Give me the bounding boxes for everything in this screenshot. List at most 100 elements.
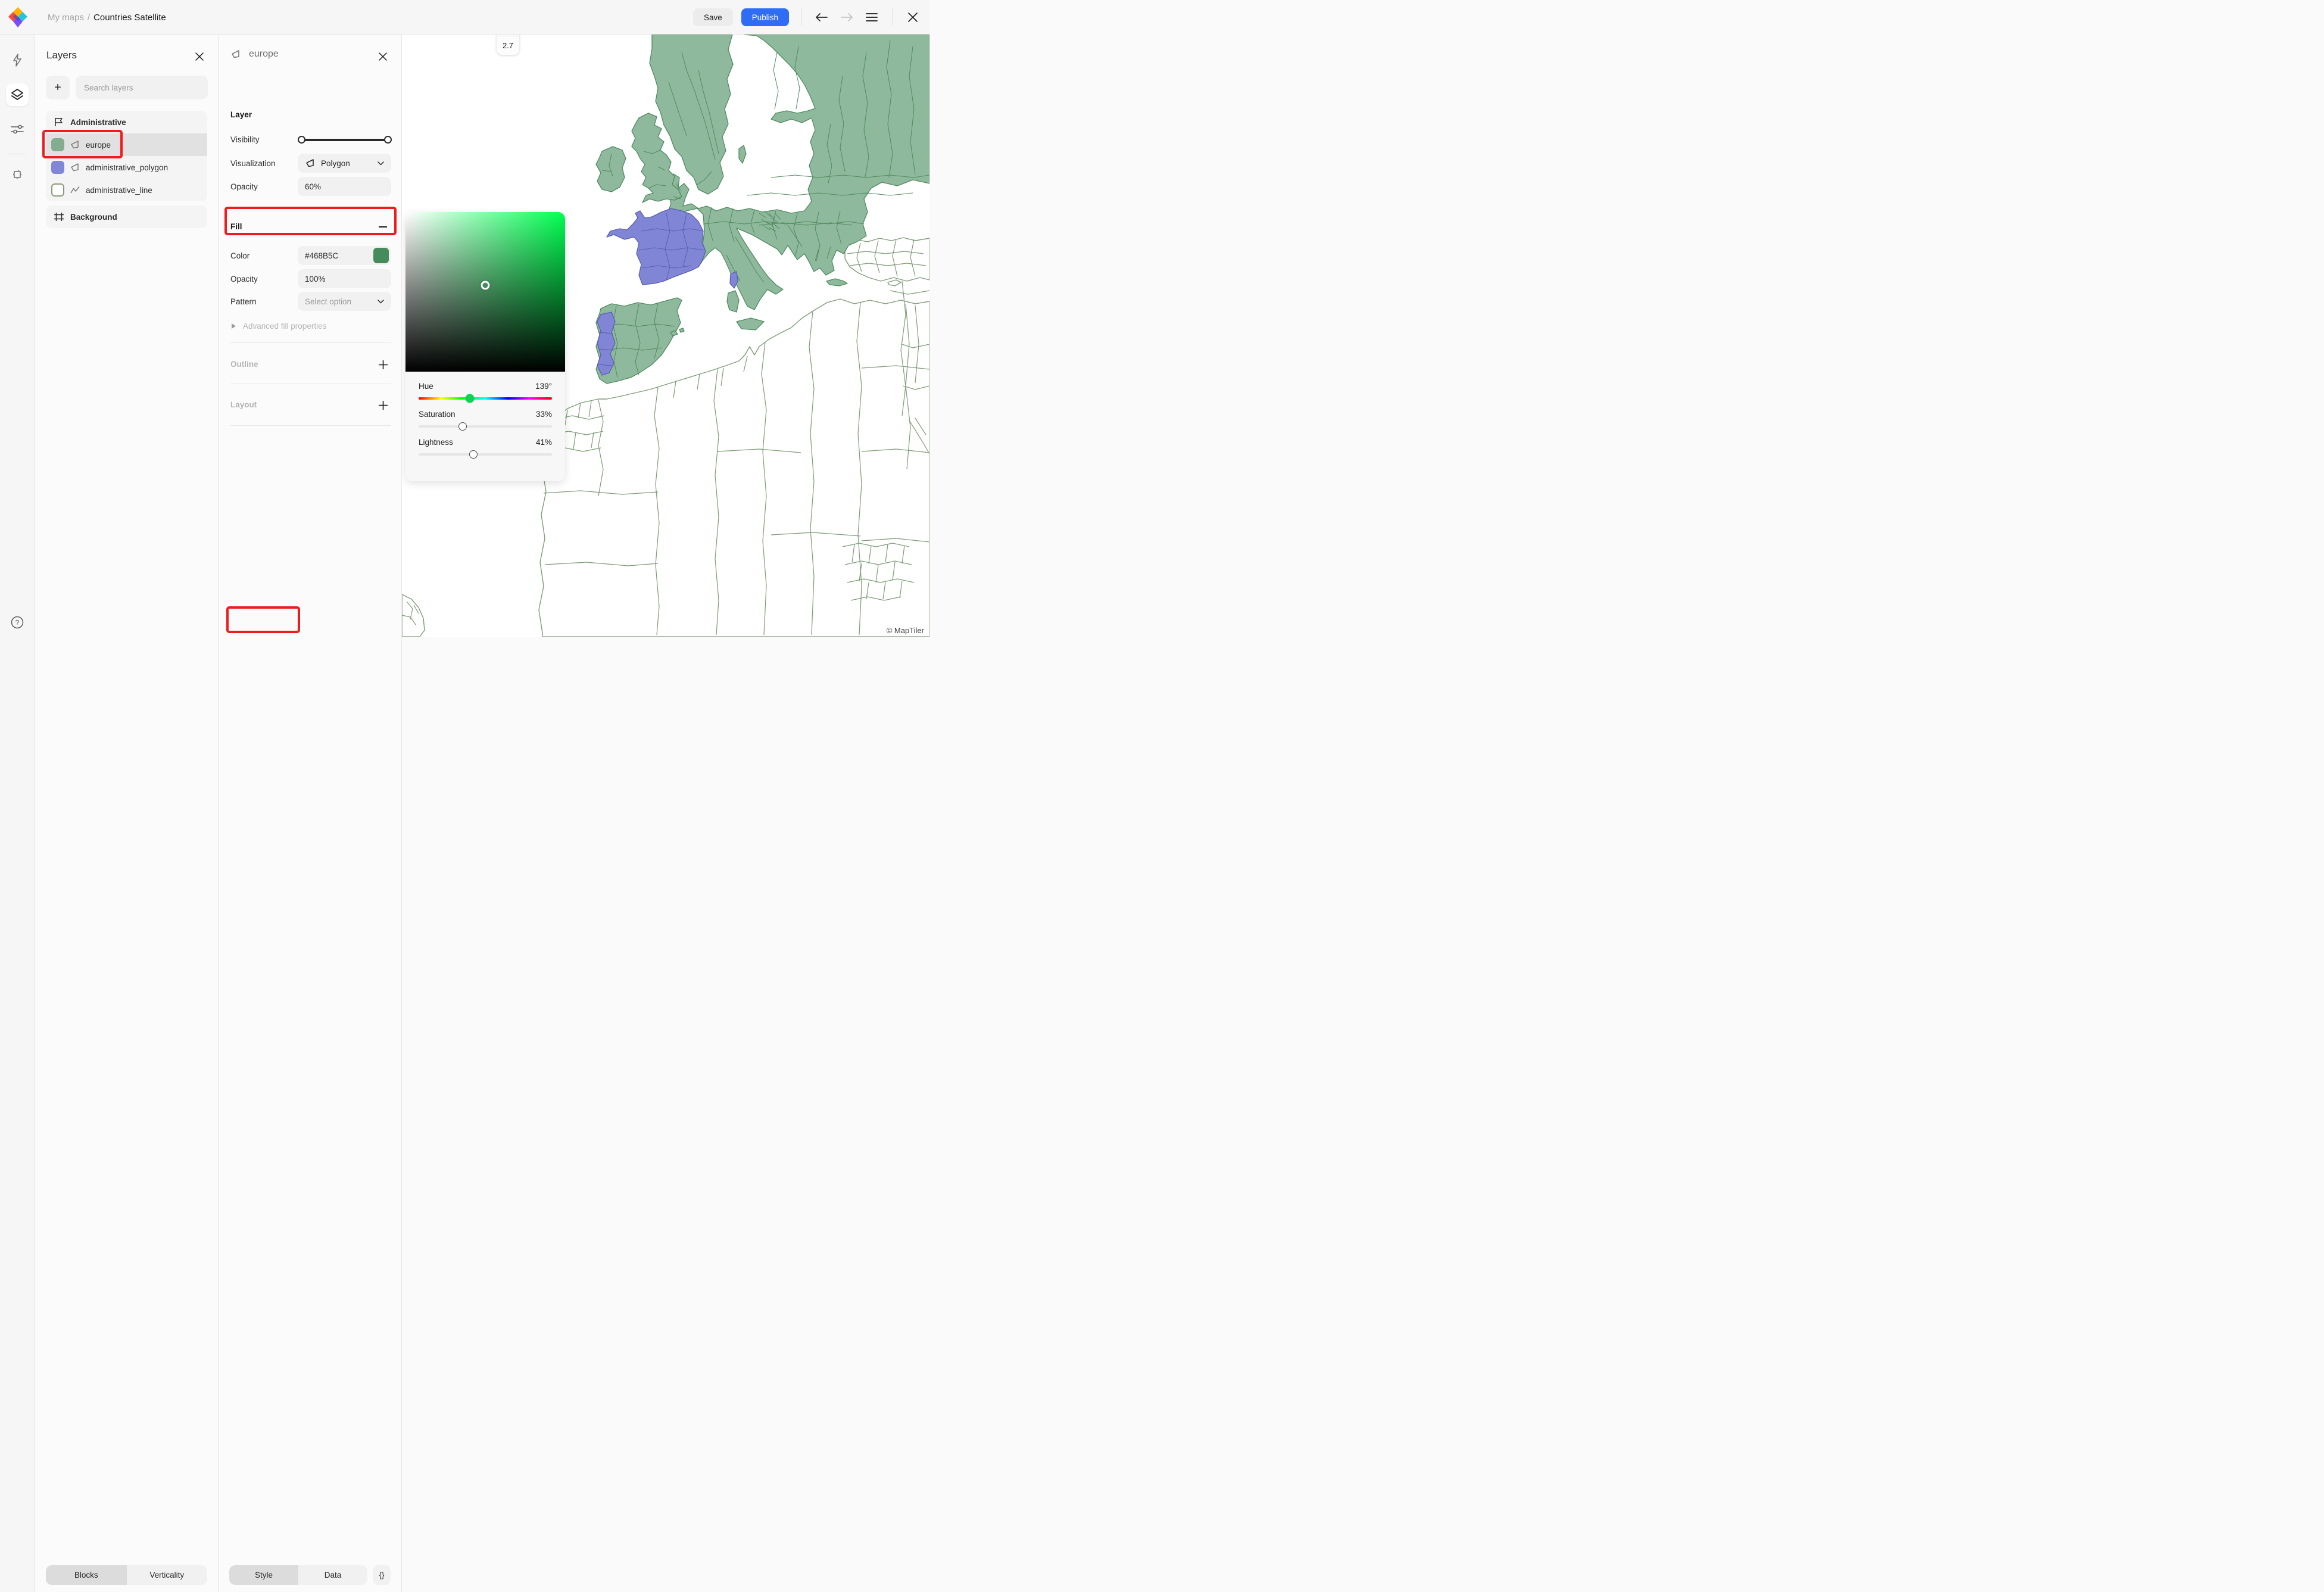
layer-row-europe[interactable]: europe (46, 133, 207, 156)
layer-editor-panel: europe Layer Visibility Visualization Po… (219, 35, 402, 1592)
layer-opacity-input[interactable]: 60% (298, 177, 391, 196)
saturation-slider[interactable] (419, 425, 552, 428)
quick-actions-icon[interactable] (6, 49, 29, 71)
json-code-button[interactable]: {} (373, 1565, 391, 1585)
fill-color-swatch[interactable] (373, 248, 389, 263)
fill-color-input[interactable]: #468B5C (298, 246, 391, 265)
pattern-select[interactable]: Select option (298, 292, 391, 311)
chevron-down-icon (378, 300, 384, 304)
visibility-max-handle[interactable] (384, 136, 392, 144)
advanced-fill-properties-toggle[interactable]: Advanced fill properties (232, 322, 326, 331)
breadcrumb-parent[interactable]: My maps (48, 13, 84, 23)
section-layout: Layout (230, 400, 257, 409)
section-outline: Outline (230, 360, 258, 369)
advanced-fill-label: Advanced fill properties (243, 322, 326, 331)
settings-sliders-icon[interactable] (6, 118, 29, 141)
layer-row-administrative-line[interactable]: administrative_line (46, 179, 207, 201)
collapse-fill-icon[interactable] (376, 220, 389, 233)
menu-icon[interactable] (863, 9, 880, 26)
chevron-down-icon (378, 161, 384, 166)
layer-row-administrative-polygon[interactable]: administrative_polygon (46, 156, 207, 179)
saturation-label: Saturation (419, 410, 456, 419)
layers-bottom-tabs: Blocks Verticality (46, 1565, 207, 1585)
group-label: Administrative (70, 118, 126, 127)
visibility-label: Visibility (230, 135, 260, 144)
visibility-range-slider[interactable] (298, 136, 392, 144)
visualization-label: Visualization (230, 159, 276, 168)
close-icon[interactable] (904, 9, 921, 26)
help-icon[interactable]: ? (6, 611, 29, 634)
add-layout-icon[interactable] (376, 398, 389, 412)
color-picker-popup: Hue 139° Saturation 33% Lightness 41% (405, 212, 565, 481)
layers-panel-title: Layers (46, 49, 77, 61)
lightness-slider[interactable] (419, 453, 552, 456)
layer-opacity-value: 60% (305, 182, 321, 191)
fill-color-label: Color (230, 251, 249, 260)
group-header-administrative[interactable]: Administrative (46, 111, 207, 133)
fill-color-value: #468B5C (305, 251, 338, 260)
tool-rail: ? (0, 35, 35, 1592)
tab-style[interactable]: Style (229, 1565, 298, 1585)
section-fill: Fill (230, 222, 242, 231)
polygon-icon (70, 163, 80, 172)
fill-opacity-input[interactable]: 100% (298, 269, 391, 288)
svg-text:?: ? (15, 619, 20, 627)
polygon-icon (70, 140, 80, 149)
maptiler-logo-icon[interactable] (8, 7, 28, 28)
lightness-label: Lightness (419, 438, 453, 447)
saturation-slider-handle[interactable] (458, 422, 467, 431)
saturation-value: 33% (536, 410, 552, 419)
layer-group-background[interactable]: Background (46, 205, 207, 228)
tab-data[interactable]: Data (298, 1565, 367, 1585)
publish-button[interactable]: Publish (741, 8, 789, 26)
saturation-value-area[interactable] (405, 212, 565, 372)
fill-opacity-label: Opacity (230, 275, 258, 283)
breadcrumb-separator: / (88, 13, 90, 23)
editor-close-icon[interactable] (375, 49, 391, 64)
pattern-label: Pattern (230, 297, 257, 306)
triangle-right-icon (232, 323, 236, 329)
europe-color-swatch[interactable] (51, 138, 64, 151)
toolbar-divider (892, 8, 893, 26)
add-layer-button[interactable]: + (46, 76, 70, 99)
admin-polygon-color-swatch[interactable] (51, 161, 64, 174)
breadcrumb: My maps / Countries Satellite (48, 0, 166, 35)
hue-slider-handle[interactable] (466, 394, 475, 403)
editor-bottom-tabs: Style Data (229, 1565, 367, 1585)
hue-value: 139° (535, 382, 552, 391)
line-icon (70, 185, 80, 195)
background-frame-icon (54, 212, 64, 222)
zoom-level-indicator[interactable]: 2.7 (497, 36, 519, 54)
layers-close-icon[interactable] (192, 49, 207, 64)
layer-search-input[interactable] (76, 76, 208, 99)
visualization-select[interactable]: Polygon (298, 154, 391, 173)
save-button[interactable]: Save (693, 8, 733, 26)
section-layer: Layer (230, 110, 252, 119)
lightness-slider-handle[interactable] (469, 450, 478, 459)
hue-label: Hue (419, 382, 433, 391)
admin-line-color-swatch[interactable] (51, 183, 64, 197)
editor-layer-title: europe (249, 49, 279, 60)
layer-group-administrative: Administrative europe administrative_pol… (46, 111, 207, 201)
visibility-min-handle[interactable] (298, 136, 305, 144)
map-attribution[interactable]: © MapTiler (887, 626, 924, 635)
layers-panel: Layers + Administrative europe administr… (35, 35, 219, 1592)
undo-arrow-icon[interactable] (813, 9, 830, 26)
redo-arrow-icon[interactable] (838, 9, 855, 26)
lightness-value: 41% (536, 438, 552, 447)
hue-slider[interactable] (419, 397, 552, 400)
map-title: Countries Satellite (93, 13, 166, 23)
layers-panel-icon[interactable] (6, 83, 29, 106)
polygon-icon (230, 49, 241, 59)
fill-opacity-value: 100% (305, 275, 326, 283)
tab-blocks[interactable]: Blocks (46, 1565, 127, 1585)
tab-verticality[interactable]: Verticality (127, 1565, 208, 1585)
layer-opacity-label: Opacity (230, 182, 258, 191)
add-outline-icon[interactable] (376, 358, 389, 371)
visualization-value: Polygon (321, 159, 350, 168)
color-picker-handle[interactable] (481, 281, 490, 290)
flag-icon (54, 117, 64, 127)
layer-label-admin-line: administrative_line (86, 186, 152, 195)
plugins-puzzle-icon[interactable] (6, 163, 29, 186)
top-bar: My maps / Countries Satellite Save Publi… (0, 0, 929, 35)
